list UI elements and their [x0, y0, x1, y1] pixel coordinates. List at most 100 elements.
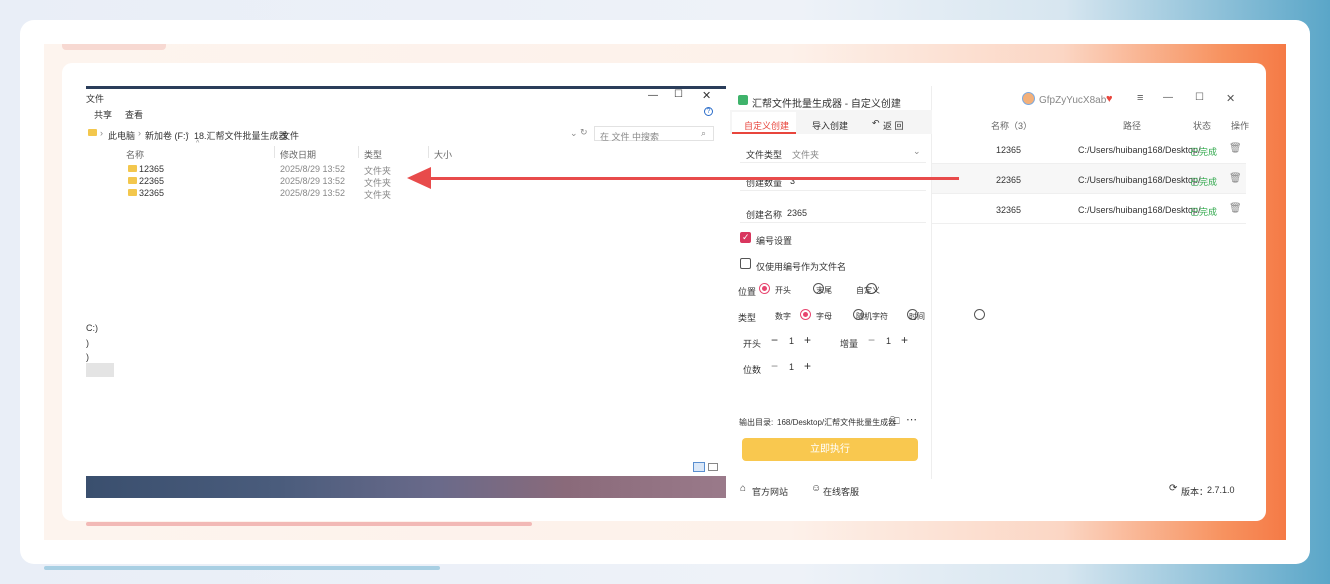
tab-import-create[interactable]: 导入创建: [812, 119, 848, 132]
file-explorer-window: 文件 — ☐ ✕ 共享 查看 ? › 此电脑 › 新加卷 (F:) › 18.汇…: [86, 86, 726, 498]
address-bar: › 此电脑 › 新加卷 (F:) › 18.汇帮文件批量生成器 › 文件 ⌄ ↻…: [86, 126, 726, 142]
maximize-icon[interactable]: ☐: [1195, 92, 1204, 103]
batch-generator-window: 汇帮文件批量生成器 - 自定义创建 GfpZyYucX8ab ♥ ≡ — ☐ ✕…: [726, 86, 1266, 498]
radio-position-start-label: 开头: [775, 286, 791, 295]
count-field[interactable]: 创建数量 3: [740, 171, 926, 191]
avatar[interactable]: [1022, 92, 1035, 105]
chevron-right-icon: ›: [100, 128, 103, 138]
tiles-view-icon[interactable]: [708, 463, 718, 471]
start-value[interactable]: 1: [789, 336, 794, 346]
file-date: 2025/8/29 13:52: [280, 164, 346, 174]
minimize-icon[interactable]: —: [648, 90, 658, 101]
search-box[interactable]: 在 文件 中搜索 ⌕: [594, 126, 714, 143]
table-row[interactable]: 22365 C:/Users/huibang168/Desktop/ 已完成 🗑: [932, 164, 1246, 194]
menu-icon[interactable]: ≡: [1137, 92, 1143, 104]
support-icon: ☺: [811, 483, 822, 494]
result-name: 32365: [996, 205, 1022, 215]
close-icon[interactable]: ✕: [1226, 92, 1235, 105]
support-link[interactable]: 在线客服: [823, 485, 859, 498]
col-header-date[interactable]: 修改日期: [280, 148, 316, 161]
folder-icon: [128, 165, 137, 172]
status-badge: 已完成: [1190, 207, 1218, 217]
digits-minus-button[interactable]: −: [771, 359, 778, 373]
breadcrumb-drive[interactable]: 新加卷 (F:): [145, 129, 189, 142]
column-divider: [428, 146, 429, 158]
vip-heart-icon[interactable]: ♥: [1106, 93, 1113, 105]
folder-icon: [88, 129, 97, 136]
ribbon-view[interactable]: 查看: [125, 108, 143, 121]
step-value[interactable]: 1: [886, 336, 891, 346]
col-header-name: 名称（3）: [991, 121, 1033, 131]
name-value[interactable]: 2365: [787, 208, 807, 218]
file-type-select[interactable]: 文件类型 文件夹 ⌄: [740, 141, 926, 163]
col-header-size[interactable]: 大小: [434, 148, 452, 161]
output-label: 输出目录:: [739, 418, 774, 427]
username[interactable]: GfpZyYucX8ab: [1039, 95, 1106, 106]
start-minus-button[interactable]: −: [771, 333, 778, 347]
form-panel: 自定义创建 导入创建 ↶ 返 回 文件类型 文件夹 ⌄ 创建数量 3 创建名称 …: [726, 86, 986, 479]
tab-custom-create[interactable]: 自定义创建: [744, 119, 789, 132]
trash-icon[interactable]: 🗑: [1229, 143, 1242, 154]
result-path: C:/Users/huibang168/Desktop/: [1078, 175, 1201, 185]
help-icon[interactable]: ?: [704, 107, 713, 116]
search-icon: ⌕: [701, 128, 707, 138]
file-row[interactable]: 32365 2025/8/29 13:52 文件夹: [126, 187, 426, 200]
radio-type-time-label: 时间: [909, 312, 925, 321]
status-badge: 已完成: [1190, 177, 1218, 187]
search-input[interactable]: 在 文件 中搜索: [600, 130, 659, 143]
radio-type-time[interactable]: [974, 309, 986, 320]
col-header-action: 操作: [1231, 121, 1250, 131]
digits-value[interactable]: 1: [789, 362, 794, 372]
table-row[interactable]: 12365 C:/Users/huibang168/Desktop/ 已完成 🗑: [932, 134, 1246, 164]
version-label: 版本：: [1181, 487, 1209, 497]
close-icon[interactable]: ✕: [702, 89, 711, 102]
file-date: 2025/8/29 13:52: [280, 176, 346, 186]
back-button[interactable]: 返 回: [883, 119, 904, 132]
ribbon-share[interactable]: 共享: [94, 108, 112, 121]
chevron-down-icon[interactable]: ⌄: [570, 128, 578, 139]
trash-icon[interactable]: 🗑: [1229, 203, 1242, 214]
file-type: 文件夹: [364, 190, 392, 200]
decor-strip: [62, 44, 166, 50]
breadcrumb-files[interactable]: 文件: [281, 129, 299, 142]
file-row[interactable]: 22365 2025/8/29 13:52 文件夹: [126, 175, 426, 188]
name-field[interactable]: 创建名称 2365: [740, 203, 926, 223]
website-link[interactable]: 官方网站: [752, 485, 788, 498]
only-number-checkbox[interactable]: [740, 258, 751, 269]
table-row[interactable]: 32365 C:/Users/huibang168/Desktop/ 已完成 🗑: [932, 194, 1246, 224]
file-name: 22365: [139, 176, 165, 186]
nav-fragment[interactable]: ): [86, 338, 89, 348]
digits-plus-button[interactable]: +: [804, 359, 811, 373]
col-header-name[interactable]: 名称: [126, 148, 144, 161]
file-row[interactable]: 12365 2025/8/29 13:52 文件夹: [126, 163, 426, 176]
back-arrow-icon[interactable]: ↶: [872, 118, 880, 129]
col-header-type[interactable]: 类型: [364, 148, 382, 161]
minimize-icon[interactable]: —: [1163, 92, 1173, 103]
chevron-right-icon: ›: [138, 128, 141, 138]
numbering-checkbox-row[interactable]: [740, 232, 751, 245]
folder-open-icon[interactable]: 🗀: [890, 414, 900, 431]
refresh-icon[interactable]: ↻: [580, 127, 588, 138]
details-view-icon[interactable]: [693, 462, 705, 472]
update-icon[interactable]: ⟳: [1169, 483, 1177, 494]
trash-icon[interactable]: 🗑: [1229, 173, 1242, 184]
maximize-icon[interactable]: ☐: [674, 89, 683, 100]
radio-position-start[interactable]: [759, 283, 770, 294]
numbering-checkbox[interactable]: [740, 232, 751, 243]
step-plus-button[interactable]: +: [901, 333, 908, 347]
step-minus-button[interactable]: −: [868, 333, 875, 347]
start-plus-button[interactable]: +: [804, 333, 811, 347]
radio-type-number[interactable]: [799, 309, 811, 320]
breadcrumb-this-pc[interactable]: 此电脑: [108, 129, 135, 142]
decor-strip-blue: [44, 566, 440, 570]
execute-button[interactable]: 立即执行: [742, 438, 918, 461]
radio-type-letter-label: 字母: [816, 312, 832, 321]
nav-selected-item[interactable]: [86, 363, 114, 377]
nav-fragment[interactable]: ): [86, 352, 89, 362]
more-icon[interactable]: ⋯: [906, 413, 917, 426]
nav-fragment[interactable]: C:): [86, 323, 98, 333]
only-number-checkbox-row[interactable]: [740, 258, 751, 271]
decor-strip-bottom: [86, 522, 532, 526]
tab-underline: [732, 132, 796, 134]
version-number: 2.7.1.0: [1207, 485, 1235, 495]
